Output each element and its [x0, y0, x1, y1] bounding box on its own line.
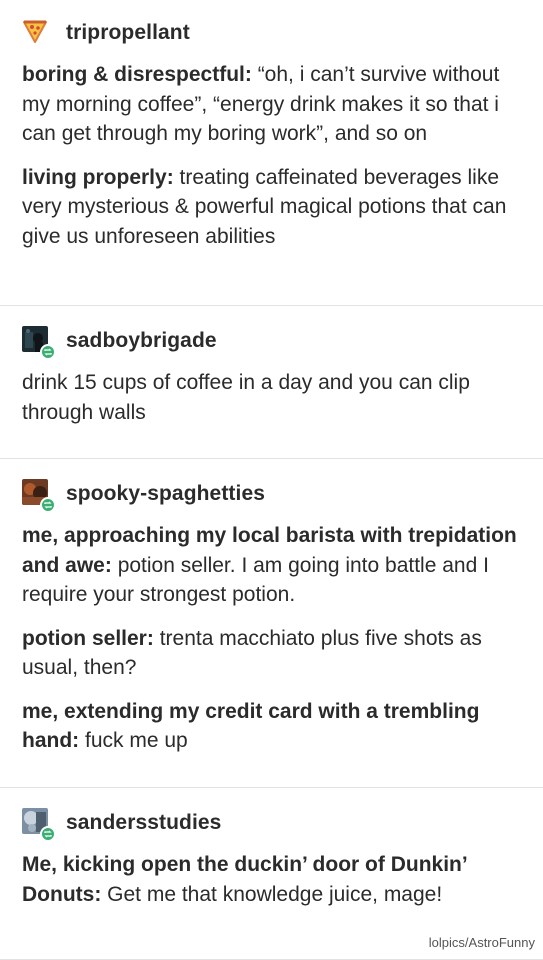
post-header: spooky-spaghetties	[22, 479, 521, 513]
username[interactable]: spooky-spaghetties	[66, 482, 265, 506]
reblog-icon	[40, 497, 56, 513]
paragraph-text: drink 15 cups of coffee in a day and you…	[22, 371, 470, 424]
speaker-label: potion seller:	[22, 626, 154, 650]
post-paragraph: boring & disrespectful: “oh, i can’t sur…	[22, 60, 521, 149]
avatar[interactable]	[22, 479, 56, 513]
avatar[interactable]	[22, 326, 56, 360]
username[interactable]: sandersstudies	[66, 811, 221, 835]
username[interactable]: tripropellant	[66, 21, 190, 45]
post-spooky-spaghetties: spooky-spaghetties me, approaching my lo…	[0, 459, 543, 788]
post-tripropellant: tripropellant boring & disrespectful: “o…	[0, 0, 543, 306]
avatar[interactable]	[22, 808, 56, 842]
speaker-label: boring & disrespectful:	[22, 63, 252, 86]
post-paragraph: drink 15 cups of coffee in a day and you…	[22, 368, 521, 427]
post-paragraph: living properly: treating caffeinated be…	[22, 163, 521, 252]
paragraph-text: fuck me up	[79, 729, 188, 752]
speaker-label: living properly:	[22, 165, 174, 189]
post-paragraph: potion seller: trenta macchiato plus fiv…	[22, 624, 521, 683]
pizza-slice-icon	[23, 20, 47, 43]
post-paragraph: Me, kicking open the duckin’ door of Dun…	[22, 850, 521, 909]
paragraph-text: Get me that knowledge juice, mage!	[101, 882, 443, 906]
reblog-icon	[40, 344, 56, 360]
post-header: tripropellant	[22, 18, 521, 48]
watermark: lolpics/AstroFunny	[428, 935, 535, 950]
post-header: sadboybrigade	[22, 326, 521, 360]
post-header: sandersstudies	[22, 808, 521, 842]
reblog-icon	[40, 826, 56, 842]
post-sadboybrigade: sadboybrigade drink 15 cups of coffee in…	[0, 306, 543, 459]
post-paragraph: me, approaching my local barista with tr…	[22, 521, 521, 610]
post-paragraph: me, extending my credit card with a trem…	[22, 697, 521, 756]
avatar[interactable]	[22, 18, 52, 48]
username[interactable]: sadboybrigade	[66, 329, 217, 353]
